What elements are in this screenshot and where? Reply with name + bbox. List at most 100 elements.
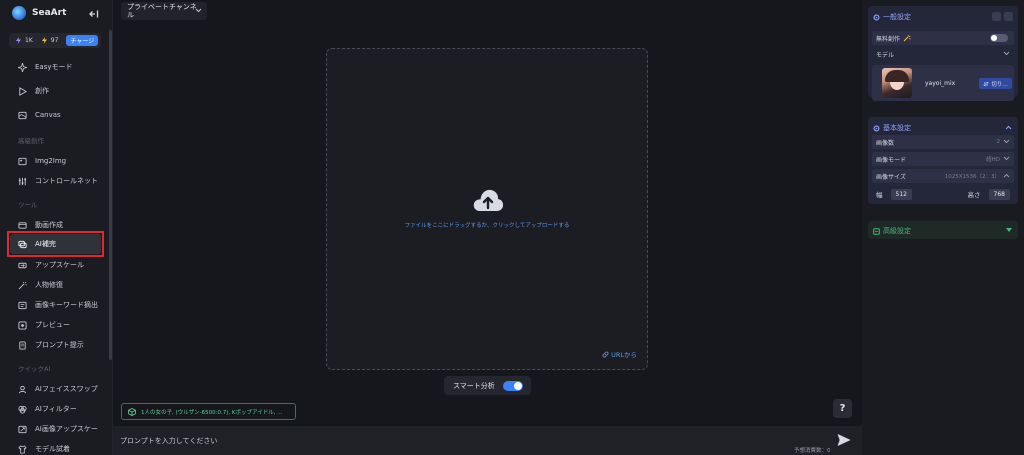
url-upload-link[interactable]: URLから [602, 349, 637, 359]
send-icon[interactable] [837, 433, 851, 447]
refresh-icon[interactable] [992, 12, 1001, 21]
sidebar-item-preview[interactable]: プレビュー [18, 318, 70, 332]
sidebar-item-label: Img2Img [35, 157, 67, 165]
smart-analysis: スマート分析 [444, 376, 531, 395]
model-name: yayoi_mix [925, 80, 956, 87]
channel-name: プライベートチャンネル [127, 3, 197, 19]
sidebar-item-canvas[interactable]: Canvas [18, 108, 61, 122]
charge-button[interactable]: チャージ [66, 35, 99, 46]
section-tools: ツール [18, 201, 38, 209]
sidebar-item-label: Canvas [35, 111, 61, 119]
switch-model-button[interactable]: 切り… [979, 78, 1012, 89]
chevron-down-icon [1003, 139, 1010, 144]
preview-icon [18, 320, 27, 330]
section-quick-ai: クイックAI [18, 365, 51, 373]
sidebar-item-create[interactable]: 創作 [18, 84, 49, 98]
expand-icon[interactable] [1004, 12, 1013, 21]
general-settings-card: 一般設定 無料創作 モデル yayoi_mix 切り… [868, 6, 1018, 101]
play-icon [19, 86, 27, 96]
image-mode-value: 超HD [986, 157, 1000, 163]
upload-dropzone[interactable]: ファイルをここにドラッグするか、クリックしてアップロードする URLから [326, 48, 648, 370]
sidebar-item-face-restore[interactable]: 人物修復 [18, 278, 63, 292]
suggestion-text: 1人の女の子, (ウルザン-6500:0.7), Kポップアイドル, ... [141, 409, 283, 416]
sidebar-item-prompt-hint[interactable]: プロンプト提示 [18, 338, 84, 352]
sidebar-item-ai-upscale[interactable]: AI画像アップスケー [18, 422, 98, 436]
height-input[interactable]: 768 [988, 188, 1010, 200]
prompt-input[interactable] [120, 434, 680, 448]
free-creation-row: 無料創作 [872, 31, 1014, 45]
stamina-icon [16, 37, 21, 44]
upload-hint[interactable]: ファイルをここにドラッグするか、クリックしてアップロードする [327, 221, 647, 229]
chevron-up-icon[interactable] [1005, 125, 1012, 130]
shirt-icon [18, 444, 27, 454]
video-icon [18, 221, 27, 229]
resource-stats: 1K 97 チャージ [9, 33, 101, 48]
sidebar-item-ai-filter[interactable]: AIフィルター [18, 402, 77, 416]
swap-icon [983, 81, 990, 86]
sidebar-item-easy-mode[interactable]: Easyモード [18, 60, 73, 74]
chevron-down-icon [195, 8, 202, 13]
filter-icon [18, 405, 27, 414]
chevron-up-icon [1003, 173, 1010, 178]
brand[interactable]: SeaArt [12, 6, 66, 20]
advanced-settings-icon [873, 227, 880, 235]
sliders-icon [18, 177, 27, 185]
face-swap-icon [18, 385, 27, 393]
section-advanced: 高級創作 [18, 137, 44, 145]
sidebar-item-video[interactable]: 動画作成 [18, 218, 63, 232]
chevron-down-icon[interactable] [1003, 51, 1010, 56]
width-input[interactable]: 512 [890, 188, 912, 200]
energy-stat: 97 [41, 37, 59, 44]
model-thumbnail [882, 68, 912, 98]
gear-icon [873, 125, 880, 131]
model-selector[interactable]: yayoi_mix 切り… [872, 65, 1014, 101]
sidebar-item-label: モデル試着 [35, 445, 70, 453]
channel-selector[interactable]: プライベートチャンネル [121, 2, 207, 20]
prompt-bar: 予想消費数：0 [113, 426, 862, 455]
sidebar-item-face-swap[interactable]: AIフェイススワップ [18, 382, 98, 396]
image-size-select[interactable]: 画像サイズ 1025X1536（2：3） [872, 169, 1014, 183]
sidebar-item-label: 画像キーワード摘出 [35, 301, 98, 309]
image-count-select[interactable]: 画像数 2 [872, 135, 1014, 149]
free-creation-toggle[interactable] [990, 34, 1008, 42]
sidebar-scrollbar[interactable] [109, 30, 112, 360]
image-size-value: 1025X1536（2：3） [944, 174, 1000, 180]
sidebar-item-label: 創作 [35, 87, 49, 95]
sidebar-item-label: Easyモード [35, 63, 73, 71]
sidebar-item-img2img[interactable]: Img2Img [18, 154, 66, 168]
stamina-stat: 1K [15, 37, 33, 44]
basic-settings-title: 基本設定 [873, 123, 911, 133]
smart-analysis-toggle[interactable] [503, 381, 523, 391]
advanced-settings-card[interactable]: 高級設定 [868, 221, 1018, 239]
model-header: モデル [872, 47, 1014, 61]
chevron-down-icon [1003, 156, 1010, 161]
energy-value: 97 [50, 37, 59, 44]
help-button[interactable]: ? [833, 399, 852, 418]
sidebar-item-label: プレビュー [35, 321, 70, 329]
ai-upscale-icon [18, 425, 27, 433]
basic-settings-card: 基本設定 画像数 2 画像モード 超HD 画像サイズ 1025X1536（2：3… [868, 117, 1018, 204]
sidebar-item-keyword-extract[interactable]: 画像キーワード摘出 [18, 298, 98, 312]
image-text-icon [18, 301, 27, 309]
sidebar-item-try-on[interactable]: モデル試着 [18, 442, 70, 455]
collapse-sidebar-icon[interactable] [89, 9, 99, 19]
magic-icon [903, 34, 911, 41]
sidebar-item-label: コントロールネット [35, 177, 98, 185]
image-icon [18, 157, 27, 165]
wand-icon [18, 281, 27, 289]
sidebar: SeaArt 1K 97 チャージ Easyモード 創作 Canvas 高級創作 [0, 0, 113, 455]
prompt-suggestion[interactable]: 1人の女の子, (ウルザン-6500:0.7), Kポップアイドル, ... [121, 403, 296, 420]
sidebar-item-controlnet[interactable]: コントロールネット [18, 174, 98, 188]
sidebar-item-label: AI画像アップスケー [35, 425, 98, 433]
sidebar-item-label: AIフェイススワップ [35, 385, 98, 393]
dimension-row: 幅 512 高さ 768 [872, 186, 1014, 202]
settings-panel: 一般設定 無料創作 モデル yayoi_mix 切り… 基本設定 画像数 2 画… [862, 0, 1024, 455]
sidebar-item-upscale[interactable]: アップスケール [18, 258, 84, 272]
height-label: 高さ [967, 191, 981, 199]
seaart-logo-icon [12, 6, 26, 20]
image-mode-select[interactable]: 画像モード 超HD [872, 152, 1014, 166]
url-upload-label: URLから [611, 351, 637, 359]
sidebar-item-label: プロンプト提示 [35, 341, 84, 349]
document-icon [19, 340, 26, 350]
canvas-icon [18, 111, 27, 119]
